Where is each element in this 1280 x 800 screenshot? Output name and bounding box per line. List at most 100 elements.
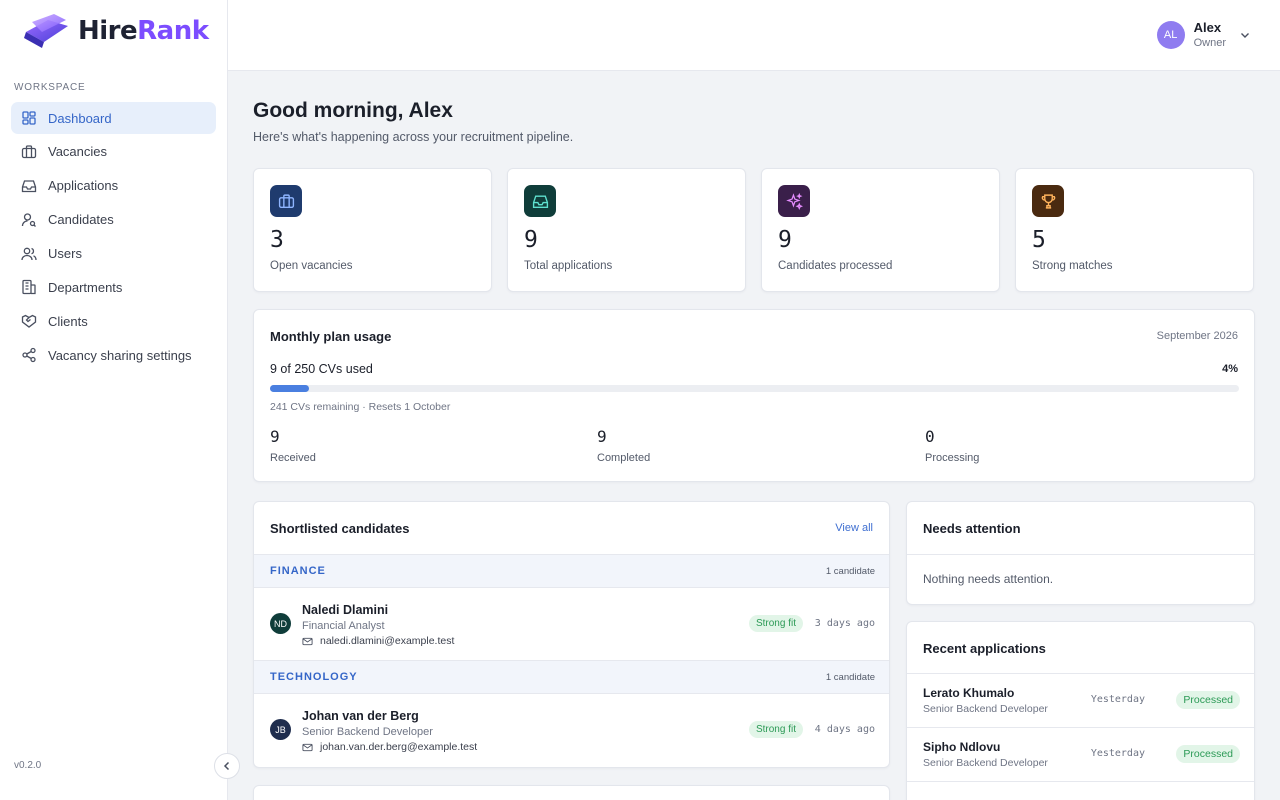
list-item[interactable]: ND Naledi Dlamini Financial Analyst nale… xyxy=(254,588,889,660)
shortlisted-candidates-card: Shortlisted candidates View all FINANCE … xyxy=(253,501,890,768)
collapse-sidebar-button[interactable] xyxy=(214,753,240,779)
stat-value: 3 xyxy=(270,227,284,253)
hirerank-logo-icon xyxy=(24,14,68,48)
users-icon xyxy=(21,247,37,260)
group-header-technology: TECHNOLOGY 1 candidate xyxy=(254,660,889,694)
metric-received: 9 Received xyxy=(270,427,316,464)
candidate-time: 4 days ago xyxy=(814,724,875,735)
cvs-used-text: 9 of 250 CVs used xyxy=(270,362,373,376)
sidebar: HireRank WORKSPACE Dashboard Vacancies A… xyxy=(0,0,228,800)
page-title: Good morning, Alex xyxy=(253,99,453,122)
building-icon xyxy=(22,280,36,295)
briefcase-icon xyxy=(21,145,37,159)
metric-completed: 9 Completed xyxy=(597,427,650,464)
avatar: JB xyxy=(270,719,291,740)
share-icon xyxy=(22,348,36,363)
stat-value: 5 xyxy=(1032,227,1046,253)
app-version: v0.2.0 xyxy=(14,760,42,771)
workspace-section-label: WORKSPACE xyxy=(14,82,86,93)
status-badge: Strong fit xyxy=(748,615,803,632)
sidebar-item-label: Applications xyxy=(48,178,119,194)
candidate-name: Johan van der Berg xyxy=(302,709,419,723)
stat-card-open-vacancies[interactable]: 3 Open vacancies xyxy=(253,168,492,292)
recent-applications-card: Recent applications Lerato Khumalo Senio… xyxy=(906,621,1255,800)
candidate-name: Naledi Dlamini xyxy=(302,603,389,617)
card-title: Recent applications xyxy=(923,641,1046,656)
monthly-plan-usage-card: Monthly plan usage September 2026 9 of 2… xyxy=(253,309,1255,482)
table-row[interactable]: Sipho Ndlovu Senior Backend Developer Ye… xyxy=(907,728,1254,782)
empty-state-text: Nothing needs attention. xyxy=(923,572,1054,586)
table-row[interactable]: Lerato Khumalo Senior Backend Developer … xyxy=(907,674,1254,728)
dashboard-icon xyxy=(22,111,36,125)
user-role: Owner xyxy=(1193,37,1226,49)
inbox-icon xyxy=(524,185,556,217)
user-name: Alex xyxy=(1193,20,1222,35)
metric-label: Completed xyxy=(597,452,651,464)
sidebar-item-clients[interactable]: Clients xyxy=(11,305,216,337)
candidate-email: johan.van.der.berg@example.test xyxy=(302,741,477,753)
brand-name-hire: Hire xyxy=(78,16,138,46)
stat-label: Candidates processed xyxy=(778,260,893,272)
stat-label: Total applications xyxy=(524,260,613,272)
sparkles-icon xyxy=(778,185,810,217)
candidate-role: Financial Analyst xyxy=(302,620,385,632)
chevron-down-icon xyxy=(1241,33,1249,38)
sidebar-item-label: Vacancies xyxy=(48,144,108,160)
card-title: Needs attention xyxy=(923,521,1021,536)
brand-logo[interactable]: HireRank xyxy=(20,12,209,50)
divider xyxy=(907,554,1254,555)
metric-processing: 0 Processing xyxy=(925,427,979,464)
view-all-link[interactable]: View all xyxy=(835,522,873,534)
stat-card-candidates-processed[interactable]: 9 Candidates processed xyxy=(761,168,1000,292)
candidate-email: naledi.dlamini@example.test xyxy=(302,635,454,647)
card-title: Monthly plan usage xyxy=(270,329,392,344)
chevron-left-icon xyxy=(223,761,230,771)
status-badge: Processed xyxy=(1176,745,1240,763)
page-subtitle: Here's what's happening across your recr… xyxy=(253,130,574,144)
sidebar-item-candidates[interactable]: Candidates xyxy=(11,204,216,236)
candidate-email-text: johan.van.der.berg@example.test xyxy=(320,741,478,753)
sidebar-item-label: Dashboard xyxy=(48,110,112,126)
candidate-email-text: naledi.dlamini@example.test xyxy=(320,635,455,647)
user-menu[interactable]: AL Alex Owner xyxy=(1156,20,1250,50)
applicant-role: Senior Backend Developer xyxy=(923,757,1048,769)
usage-percent: 4% xyxy=(1222,363,1238,375)
stat-card-strong-matches[interactable]: 5 Strong matches xyxy=(1015,168,1254,292)
status-badge: Processed xyxy=(1176,691,1240,709)
usage-progress-bar xyxy=(270,385,1239,392)
user-search-icon xyxy=(21,213,36,227)
brand-name-rank: Rank xyxy=(137,16,209,46)
inbox-icon xyxy=(21,180,37,192)
status-badge: Strong fit xyxy=(748,721,803,738)
candidate-time: 3 days ago xyxy=(814,618,875,629)
avatar: ND xyxy=(270,613,291,634)
trophy-icon xyxy=(1032,185,1064,217)
stat-value: 9 xyxy=(778,227,792,253)
sidebar-item-label: Users xyxy=(48,246,82,262)
usage-month: September 2026 xyxy=(1156,330,1238,342)
mail-icon xyxy=(302,637,313,645)
sidebar-item-label: Departments xyxy=(48,279,123,295)
sidebar-item-applications[interactable]: Applications xyxy=(11,170,216,202)
candidate-role: Senior Backend Developer xyxy=(302,726,433,738)
sidebar-item-vacancies[interactable]: Vacancies xyxy=(11,136,216,168)
sidebar-nav: Dashboard Vacancies Applications Candida… xyxy=(11,102,216,373)
stat-card-total-applications[interactable]: 9 Total applications xyxy=(507,168,746,292)
applicant-name: Lerato Khumalo xyxy=(923,686,1015,700)
sidebar-item-dashboard[interactable]: Dashboard xyxy=(11,102,216,134)
application-time: Yesterday xyxy=(1090,694,1145,705)
sidebar-item-users[interactable]: Users xyxy=(11,238,216,270)
metric-label: Received xyxy=(270,452,316,464)
avatar: AL xyxy=(1156,21,1185,49)
sidebar-item-departments[interactable]: Departments xyxy=(11,271,216,303)
metric-value: 9 xyxy=(597,427,607,446)
applicant-role: Senior Backend Developer xyxy=(923,703,1048,715)
mail-icon xyxy=(302,743,313,751)
card-title: Shortlisted candidates xyxy=(270,521,410,536)
sidebar-item-vacancy-sharing-settings[interactable]: Vacancy sharing settings xyxy=(11,339,216,371)
metric-value: 9 xyxy=(270,427,280,446)
group-count: 1 candidate xyxy=(825,566,875,577)
group-name: TECHNOLOGY xyxy=(270,671,358,683)
metric-label: Processing xyxy=(925,452,980,464)
list-item[interactable]: JB Johan van der Berg Senior Backend Dev… xyxy=(254,694,889,766)
